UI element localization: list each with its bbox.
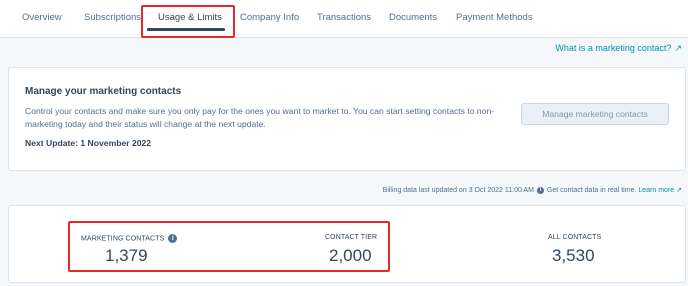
manage-contacts-card: Manage your marketing contacts Control y… (8, 67, 686, 171)
tab-bar: Overview Subscriptions Usage & Limits Co… (0, 0, 688, 38)
tab-payment-methods[interactable]: Payment Methods (456, 12, 533, 23)
external-link-icon: ↗ (674, 43, 682, 53)
learn-more-link[interactable]: Learn more ↗ (638, 187, 682, 194)
marketing-contact-help-link[interactable]: What is a marketing contact? ↗ (555, 43, 682, 54)
external-link-icon: ↗ (676, 187, 682, 194)
card-description: Control your contacts and make sure you … (25, 106, 495, 129)
realtime-text: Get contact data in real time. (546, 187, 637, 194)
info-icon[interactable]: i (536, 186, 544, 194)
tab-subscriptions[interactable]: Subscriptions (84, 12, 141, 23)
tab-transactions[interactable]: Transactions (317, 12, 371, 23)
billing-status: Billing data last updated on 3 Oct 2022 … (383, 186, 682, 194)
tab-overview[interactable]: Overview (22, 12, 62, 23)
all-contacts-label: ALL CONTACTS (548, 234, 602, 241)
tab-company-info[interactable]: Company Info (240, 12, 299, 23)
learn-more-text: Learn more (638, 187, 675, 194)
next-update: Next Update: 1 November 2022 (25, 138, 152, 148)
billing-text: Billing data last updated on 3 Oct 2022 … (382, 187, 534, 194)
card-title: Manage your marketing contacts (25, 86, 182, 97)
tab-highlight-box (141, 5, 235, 38)
tab-documents[interactable]: Documents (389, 12, 437, 23)
all-contacts-value: 3,530 (552, 246, 595, 265)
help-link-text: What is a marketing contact? (555, 43, 672, 53)
stats-highlight-box (68, 221, 390, 272)
manage-marketing-contacts-button[interactable]: Manage marketing contacts (521, 103, 669, 125)
